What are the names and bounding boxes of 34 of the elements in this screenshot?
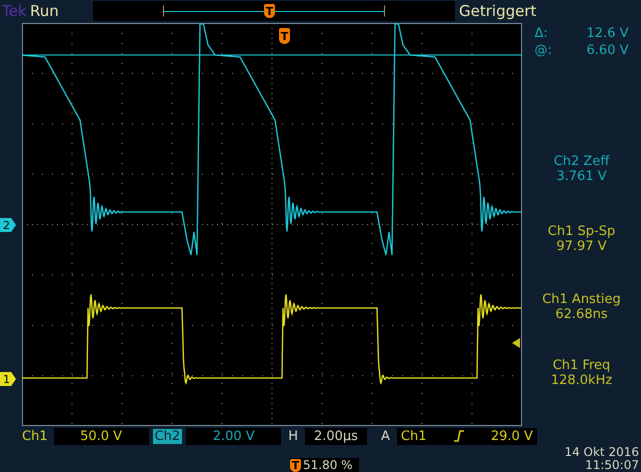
channel-scale: 50.0 V (54, 428, 149, 444)
trigger-position-value: 51.80 % (303, 458, 353, 472)
channel-scale: 2.00 V (186, 428, 282, 444)
measurement-name: Ch1 Freq (552, 358, 610, 373)
channel-label[interactable]: Ch1 (20, 428, 50, 444)
trigger-status: Getriggert (458, 2, 536, 20)
cursor-label: @: (534, 43, 553, 58)
trigger-marker: T (279, 28, 290, 44)
channel-label[interactable]: Ch2 (152, 428, 182, 444)
cursor-value: 12.6 V (586, 26, 628, 41)
brand-label: Tek (1, 2, 28, 20)
measurement-name: Ch2 Zeff (554, 154, 610, 169)
measurement-value: 3.761 V (556, 169, 607, 184)
time-label: 11:50:07 (585, 459, 639, 472)
date-label: 14 Okt 2016 (564, 446, 639, 459)
measurement-name: Ch1 Anstieg (542, 292, 621, 307)
trigger-marker: T (264, 4, 275, 18)
trigger-label: A (380, 428, 391, 444)
measurement-name: Ch1 Sp-Sp (548, 224, 616, 239)
trigger-level: 29.0 V (490, 428, 533, 444)
trigger-source: Ch1 (400, 428, 426, 444)
measurement-value: 62.68ns (555, 307, 608, 322)
cursor-value: 6.60 V (586, 43, 628, 58)
measurement-value: 128.0kHz (550, 373, 612, 388)
horizontal-label: H (287, 428, 299, 444)
rising-edge-icon (452, 430, 465, 442)
channel-marker: 1 (0, 372, 16, 386)
time-scale: 2.00µs (304, 428, 367, 444)
trigger-level-icon (512, 338, 520, 348)
cursor-label: Δ: (534, 26, 549, 41)
trigger-marker: T (290, 458, 301, 472)
measurement-value: 97.97 V (556, 239, 607, 254)
run-status: Run (30, 2, 60, 20)
channel-marker: 2 (0, 218, 16, 232)
